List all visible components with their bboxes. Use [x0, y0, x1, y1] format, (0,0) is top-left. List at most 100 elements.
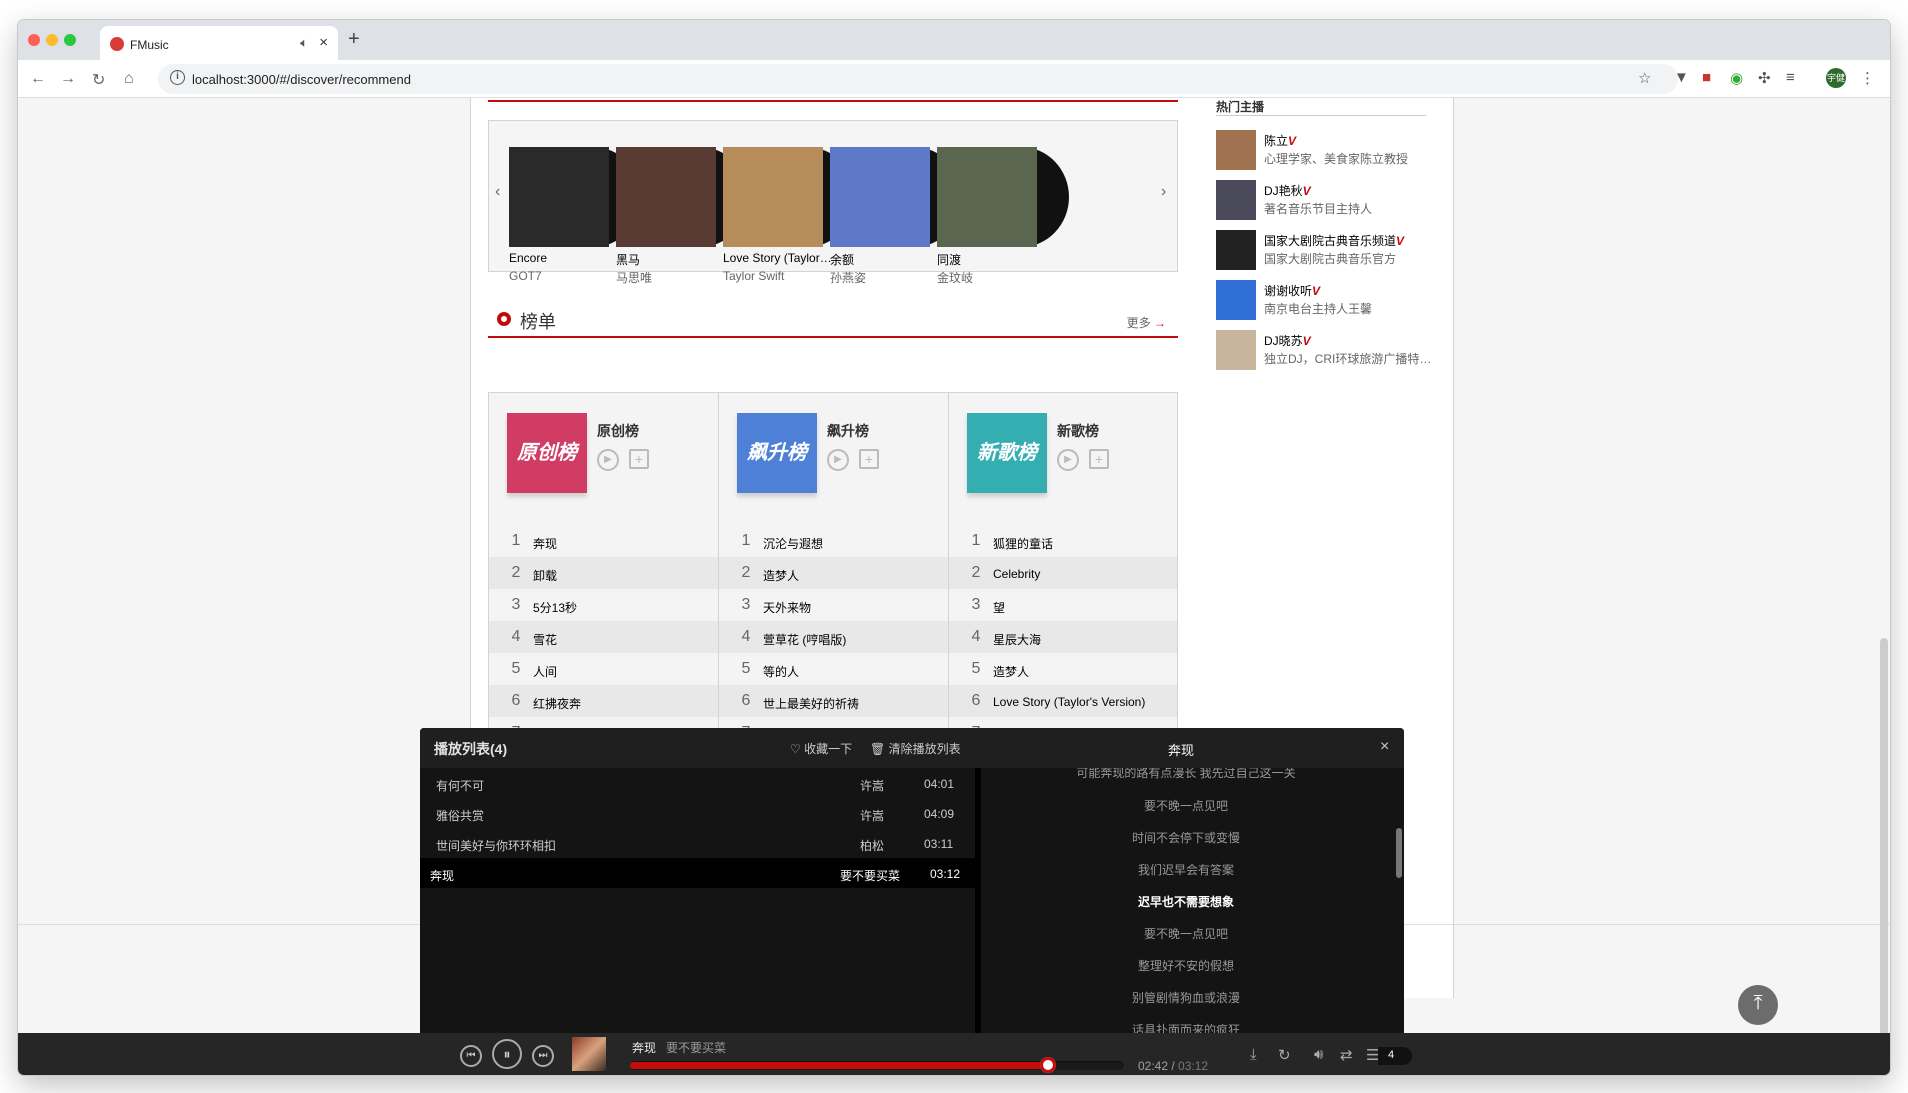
- extension-v-icon[interactable]: ▼: [1674, 69, 1689, 86]
- share-icon[interactable]: ↻: [1278, 1046, 1291, 1064]
- back-to-top-button[interactable]: ⤒: [1738, 985, 1778, 1025]
- album-artist[interactable]: 金玟岐: [937, 269, 973, 286]
- info-icon[interactable]: i: [170, 70, 185, 85]
- progress-knob[interactable]: [1040, 1057, 1057, 1073]
- album-cover[interactable]: [723, 147, 823, 247]
- dj-name[interactable]: DJ艳秋V: [1264, 182, 1311, 199]
- menu-kebab-icon[interactable]: ⋮: [1860, 69, 1875, 87]
- ranking-row[interactable]: 1 沉沦与遐想: [719, 525, 948, 557]
- ranking-row[interactable]: 4 萱草花 (哼唱版): [719, 621, 948, 653]
- playlist-item[interactable]: 世间美好与你环环相扣 柏松 03:11: [420, 828, 975, 858]
- playlist-artist[interactable]: 柏松: [860, 837, 884, 854]
- rank-song-name[interactable]: 望: [993, 599, 1005, 616]
- previous-track-icon[interactable]: ⏮: [460, 1045, 482, 1067]
- dj-name[interactable]: 陈立V: [1264, 132, 1296, 149]
- rank-song-name[interactable]: 狐狸的童话: [993, 535, 1053, 552]
- ranking-cover[interactable]: 新歌榜: [967, 413, 1047, 493]
- rank-song-name[interactable]: 红拂夜奔: [533, 695, 581, 712]
- dj-avatar[interactable]: [1216, 230, 1256, 270]
- close-window-button[interactable]: [28, 34, 40, 46]
- dj-item[interactable]: 国家大剧院古典音乐频道V 国家大剧院古典音乐官方: [1216, 230, 1436, 270]
- download-icon[interactable]: ⤓: [1250, 1046, 1257, 1063]
- dj-name[interactable]: 谢谢收听V: [1264, 282, 1320, 299]
- close-panel-icon[interactable]: ×: [1380, 738, 1389, 756]
- profile-avatar[interactable]: 宇健: [1826, 68, 1846, 88]
- minimize-window-button[interactable]: [46, 34, 58, 46]
- dj-item[interactable]: 陈立V 心理学家、美食家陈立教授: [1216, 130, 1436, 170]
- add-to-favorites-icon[interactable]: +: [1089, 449, 1109, 469]
- ranking-row[interactable]: 5 等的人: [719, 653, 948, 685]
- rank-song-name[interactable]: 天外来物: [763, 599, 811, 616]
- home-icon[interactable]: ⌂: [124, 70, 134, 88]
- ranking-row[interactable]: 1 狐狸的童话: [949, 525, 1177, 557]
- playlist-artist[interactable]: 要不要买菜: [840, 867, 900, 884]
- playlist-artist[interactable]: 许嵩: [860, 807, 884, 824]
- dj-item[interactable]: DJ艳秋V 著名音乐节目主持人: [1216, 180, 1436, 220]
- play-icon[interactable]: ▶: [1057, 449, 1079, 471]
- page-scrollbar[interactable]: [1880, 638, 1888, 1058]
- progress-bar[interactable]: [630, 1057, 1124, 1073]
- rank-song-name[interactable]: 沉沦与遐想: [763, 535, 823, 552]
- maximize-window-button[interactable]: [64, 34, 76, 46]
- player-artist-name[interactable]: 要不要买菜: [666, 1039, 726, 1056]
- dj-item[interactable]: DJ晓苏V 独立DJ，CRI环球旅游广播特邀DJ: [1216, 330, 1436, 370]
- album-name[interactable]: 黑马: [616, 251, 726, 268]
- rank-song-name[interactable]: 造梦人: [763, 567, 799, 584]
- rank-song-name[interactable]: 萱草花 (哼唱版): [763, 631, 846, 648]
- album-artist[interactable]: GOT7: [509, 269, 542, 283]
- rank-song-name[interactable]: Love Story (Taylor's Version): [993, 695, 1145, 709]
- album-cover[interactable]: [830, 147, 930, 247]
- rank-song-name[interactable]: 造梦人: [993, 663, 1029, 680]
- extension-red-icon[interactable]: ■: [1702, 69, 1711, 86]
- playlist-item[interactable]: 奔现 要不要买菜 03:12: [420, 858, 975, 888]
- rank-song-name[interactable]: 等的人: [763, 663, 799, 680]
- album-thumbnail[interactable]: [572, 1037, 606, 1071]
- dj-item[interactable]: 谢谢收听V 南京电台主持人王馨: [1216, 280, 1436, 320]
- rank-song-name[interactable]: 雪花: [533, 631, 557, 648]
- favorite-all-button[interactable]: ♡ 收藏一下: [790, 740, 852, 757]
- player-song-name[interactable]: 奔现: [632, 1039, 656, 1056]
- carousel-prev-icon[interactable]: ‹: [495, 183, 500, 201]
- ranking-cover[interactable]: 原创榜: [507, 413, 587, 493]
- volume-icon[interactable]: 🔊︎: [1314, 1046, 1323, 1063]
- ranking-cover[interactable]: 飙升榜: [737, 413, 817, 493]
- ranking-row[interactable]: 2 Celebrity: [949, 557, 1177, 589]
- dj-avatar[interactable]: [1216, 180, 1256, 220]
- back-icon[interactable]: ←: [30, 70, 46, 88]
- rank-song-name[interactable]: 世上最美好的祈祷: [763, 695, 859, 712]
- carousel-next-icon[interactable]: ›: [1161, 183, 1166, 201]
- ranking-row[interactable]: 3 天外来物: [719, 589, 948, 621]
- browser-tab[interactable]: FMusic 🔈︎ ×: [100, 26, 338, 60]
- album-name[interactable]: 同渡: [937, 251, 1047, 268]
- clear-playlist-button[interactable]: 🗑︎ 清除播放列表: [870, 740, 961, 757]
- album-name[interactable]: 余额: [830, 251, 940, 268]
- rank-song-name[interactable]: Celebrity: [993, 567, 1040, 581]
- dj-avatar[interactable]: [1216, 130, 1256, 170]
- bookmark-star-icon[interactable]: ☆: [1638, 69, 1651, 87]
- forward-icon[interactable]: →: [60, 70, 76, 88]
- rank-song-name[interactable]: 人间: [533, 663, 557, 680]
- ranking-column-title[interactable]: 新歌榜: [1057, 421, 1099, 441]
- extensions-puzzle-icon[interactable]: ✣: [1758, 69, 1771, 87]
- next-track-icon[interactable]: ⏭: [532, 1045, 554, 1067]
- ranking-column-title[interactable]: 飙升榜: [827, 421, 869, 441]
- pause-icon[interactable]: ⏸: [492, 1039, 522, 1069]
- album-name[interactable]: Encore: [509, 251, 619, 265]
- ranking-row[interactable]: 4 星辰大海: [949, 621, 1177, 653]
- playlist-item[interactable]: 有何不可 许嵩 04:01: [420, 768, 975, 798]
- ranking-more-link[interactable]: 更多 →: [1127, 314, 1166, 331]
- rank-song-name[interactable]: 卸载: [533, 567, 557, 584]
- play-icon[interactable]: ▶: [597, 449, 619, 471]
- ranking-row[interactable]: 6 世上最美好的祈祷: [719, 685, 948, 717]
- extension-green-icon[interactable]: ◉: [1730, 69, 1743, 87]
- dj-name[interactable]: 国家大剧院古典音乐频道V: [1264, 232, 1404, 249]
- ranking-row[interactable]: 1 奔现: [489, 525, 718, 557]
- url-field[interactable]: i localhost:3000/#/discover/recommend: [158, 64, 1678, 94]
- album-artist[interactable]: 马思唯: [616, 269, 652, 286]
- ranking-row[interactable]: 6 红拂夜奔: [489, 685, 718, 717]
- album-artist[interactable]: Taylor Swift: [723, 269, 784, 283]
- playlist-artist[interactable]: 许嵩: [860, 777, 884, 794]
- media-control-icon[interactable]: ≡: [1786, 69, 1795, 86]
- rank-song-name[interactable]: 星辰大海: [993, 631, 1041, 648]
- dj-avatar[interactable]: [1216, 280, 1256, 320]
